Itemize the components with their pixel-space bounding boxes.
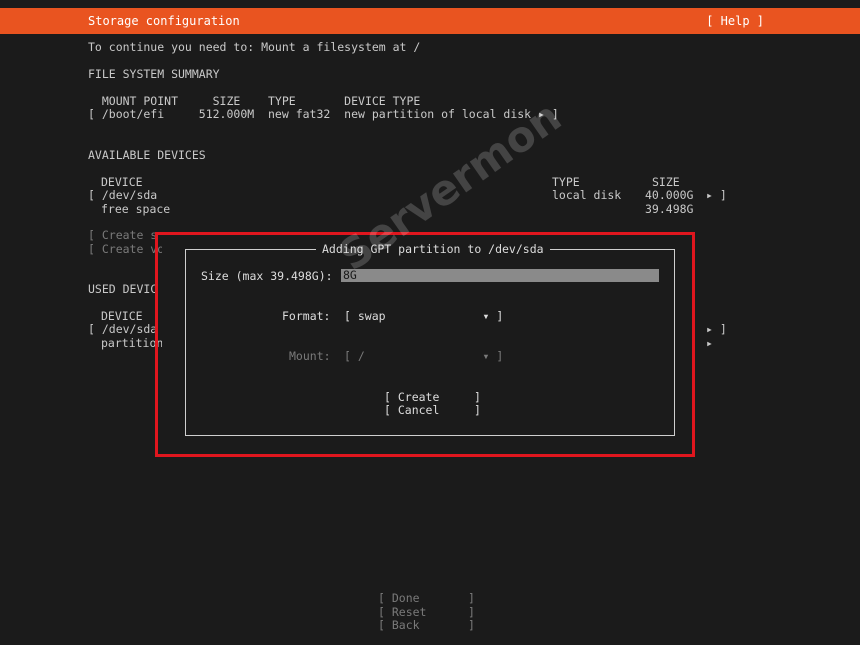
format-select[interactable]: [ swap ▾ ] bbox=[344, 310, 503, 323]
dialog-title: Adding GPT partition to /dev/sda bbox=[316, 242, 550, 256]
available-devices-heading: AVAILABLE DEVICES bbox=[88, 148, 206, 162]
free-space-size: 39.498G bbox=[645, 202, 694, 216]
size-value: 8G bbox=[343, 268, 357, 282]
size-input[interactable]: 8G bbox=[341, 269, 659, 282]
create-volume-group-button[interactable]: [ Create vo bbox=[88, 243, 164, 256]
app-header: Storage configuration [ Help ] bbox=[0, 8, 860, 34]
used-partition-label[interactable]: partition bbox=[101, 337, 163, 350]
back-button[interactable]: [ Back ] bbox=[378, 619, 475, 632]
used-device-sda[interactable]: [ /dev/sda bbox=[88, 323, 157, 336]
intro-text: To continue you need to: Mount a filesys… bbox=[88, 40, 421, 54]
available-device-sda[interactable]: [ /dev/sda bbox=[88, 189, 157, 202]
mount-select[interactable]: [ / ▾ ] bbox=[344, 350, 503, 363]
fs-summary-row-boot-efi[interactable]: [ /boot/efi 512.000M new fat32 new parti… bbox=[88, 108, 559, 121]
free-space-label[interactable]: free space bbox=[101, 203, 170, 216]
cancel-button[interactable]: [ Cancel ] bbox=[384, 404, 481, 417]
available-device-size: 40.000G bbox=[645, 188, 694, 202]
size-label: Size (max 39.498G): bbox=[201, 269, 333, 283]
available-device-type: local disk bbox=[552, 188, 622, 202]
fs-summary-heading: FILE SYSTEM SUMMARY bbox=[88, 67, 220, 81]
mount-label: Mount: bbox=[289, 349, 331, 363]
used-partition-arrow[interactable]: ▸ bbox=[706, 337, 713, 350]
available-device-arrow[interactable]: ▸ ] bbox=[706, 189, 727, 202]
used-device-arrow[interactable]: ▸ ] bbox=[706, 323, 727, 336]
done-button[interactable]: [ Done ] bbox=[378, 592, 475, 605]
used-devices-heading: USED DEVIC bbox=[88, 282, 158, 296]
create-software-raid-button[interactable]: [ Create s bbox=[88, 229, 157, 242]
format-label: Format: bbox=[282, 309, 331, 323]
help-button[interactable]: [ Help ] bbox=[706, 14, 764, 28]
page-title: Storage configuration bbox=[88, 14, 240, 28]
